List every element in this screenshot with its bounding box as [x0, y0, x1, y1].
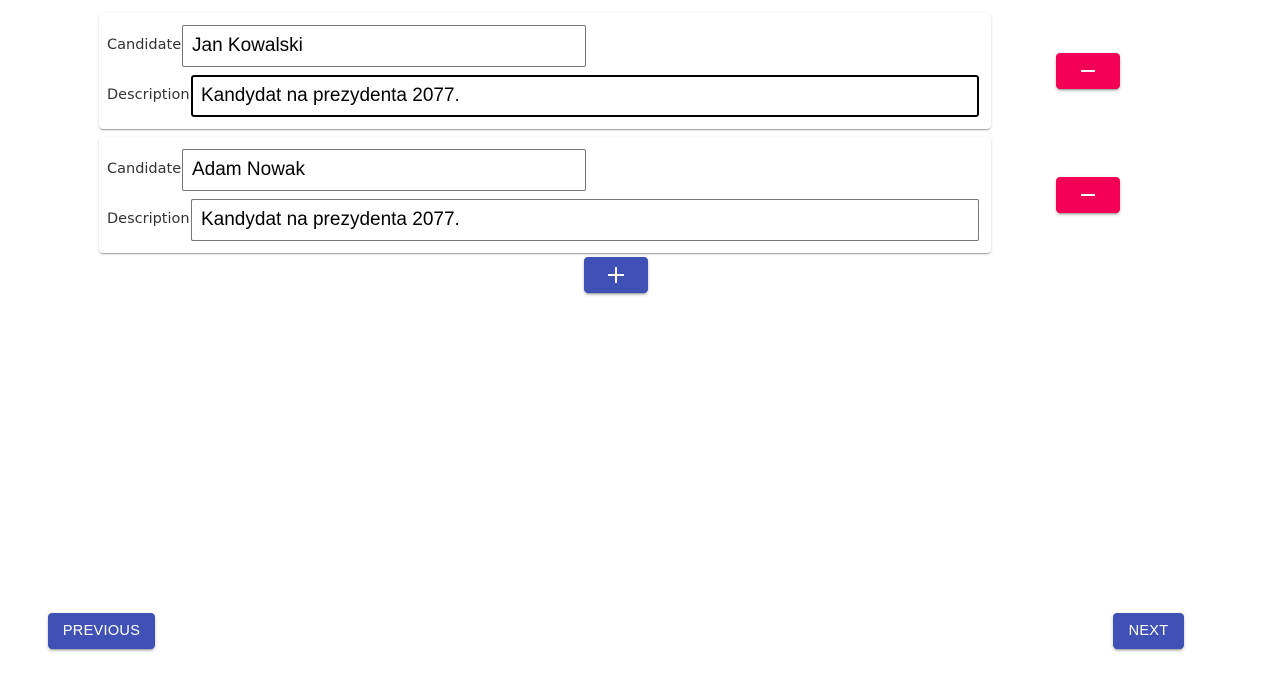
next-button[interactable]: NEXT: [1113, 613, 1184, 649]
candidate-label: Candidate: [107, 37, 182, 53]
candidate-name-input[interactable]: [182, 25, 586, 67]
description-label: Description: [107, 211, 190, 227]
candidate-card: Candidate Description: [99, 13, 991, 129]
candidate-description-input[interactable]: [191, 75, 979, 117]
candidate-card: Candidate Description: [99, 137, 991, 253]
minus-icon: [1081, 194, 1095, 196]
minus-icon: [1081, 70, 1095, 72]
add-candidate-button[interactable]: [584, 257, 648, 293]
remove-candidate-button[interactable]: [1056, 53, 1120, 89]
candidate-description-input[interactable]: [191, 199, 979, 241]
previous-button[interactable]: PREVIOUS: [48, 613, 155, 649]
candidates-page: Candidate Description Candidate Descript…: [0, 0, 1272, 673]
candidate-name-input[interactable]: [182, 149, 586, 191]
plus-icon: [608, 267, 624, 283]
remove-candidate-button[interactable]: [1056, 177, 1120, 213]
description-label: Description: [107, 87, 190, 103]
candidate-label: Candidate: [107, 161, 182, 177]
